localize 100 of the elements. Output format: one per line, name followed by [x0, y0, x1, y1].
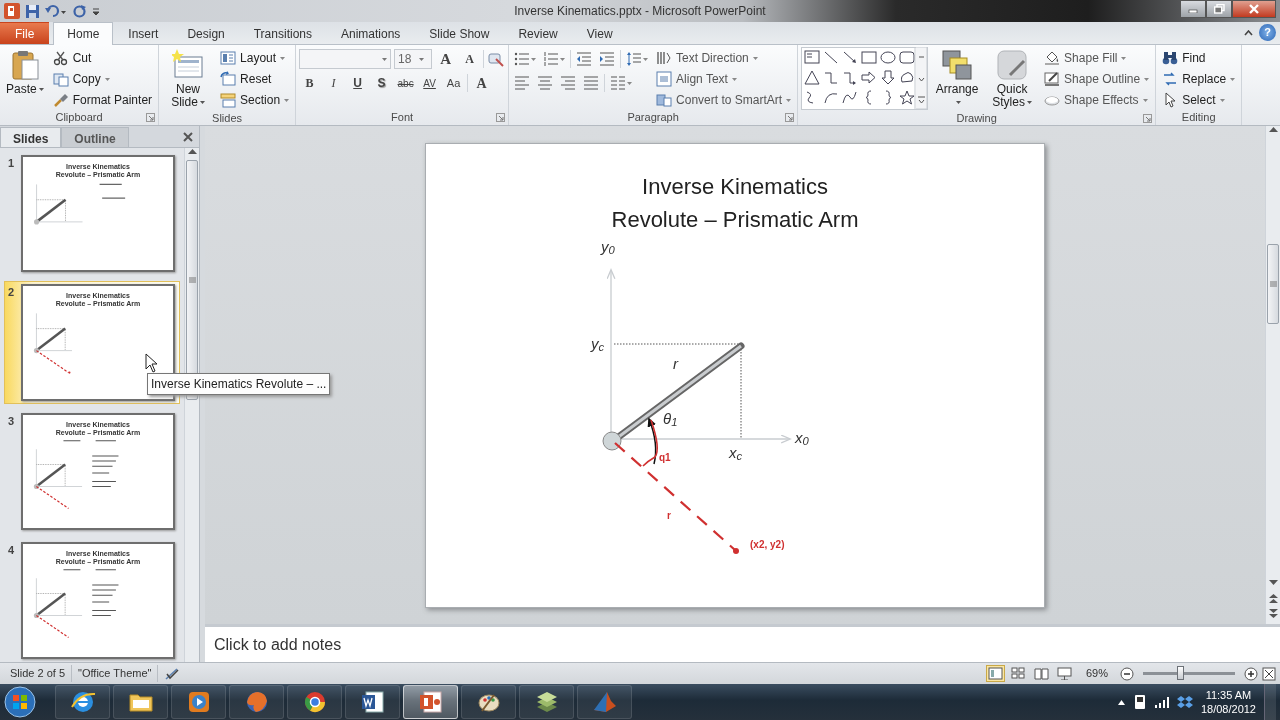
format-button[interactable]: S: [371, 73, 393, 93]
align-right-icon[interactable]: [560, 75, 577, 91]
view-button[interactable]: [1008, 665, 1028, 682]
ribbon-tab[interactable]: Design: [173, 22, 239, 44]
ribbon-tab[interactable]: Slide Show: [415, 22, 504, 44]
file-menu-button[interactable]: File: [0, 22, 50, 44]
undo-icon[interactable]: [45, 3, 67, 19]
ribbon-button[interactable]: Shape Fill: [1041, 48, 1153, 68]
justify-icon[interactable]: [583, 75, 600, 91]
ribbon-button[interactable]: Section: [217, 90, 293, 110]
zoom-out-icon[interactable]: [1120, 666, 1134, 681]
increase-indent-icon[interactable]: [599, 51, 616, 67]
slide-number: 4: [7, 543, 16, 558]
ribbon-button[interactable]: Layout: [217, 48, 293, 68]
ribbon-button[interactable]: Shape Outline: [1041, 69, 1153, 89]
fit-to-window-icon[interactable]: [1262, 666, 1276, 681]
minimize-button[interactable]: [1180, 0, 1206, 18]
previous-slide-icon[interactable]: [1268, 594, 1278, 603]
taskbar-button[interactable]: [55, 685, 110, 719]
view-button[interactable]: [1031, 665, 1051, 682]
caret-icon: [1144, 77, 1150, 81]
font-name-field[interactable]: [299, 49, 392, 69]
ribbon-button[interactable]: Copy: [49, 69, 156, 89]
spellcheck-icon[interactable]: [164, 666, 181, 681]
device-icon[interactable]: [1132, 694, 1147, 710]
clear-formatting-icon[interactable]: [487, 51, 506, 67]
launcher-icon[interactable]: [1143, 114, 1153, 123]
grow-font-button[interactable]: A: [435, 49, 457, 69]
clock-time[interactable]: 11:35 AM: [1200, 688, 1256, 702]
columns-icon[interactable]: [610, 75, 627, 91]
caret-icon: [280, 56, 286, 60]
close-icon[interactable]: [183, 132, 193, 142]
ribbon-button[interactable]: Align Text: [653, 69, 795, 89]
zoom-slider-thumb[interactable]: [1176, 666, 1184, 680]
taskbar-button[interactable]: [519, 685, 574, 719]
ribbon-button[interactable]: Quick Styles: [986, 47, 1039, 111]
taskbar-button[interactable]: [113, 685, 168, 719]
redo-icon[interactable]: [72, 3, 87, 19]
scrollbar[interactable]: [1265, 126, 1280, 624]
ribbon-tab[interactable]: Animations: [327, 22, 415, 44]
format-button[interactable]: B: [299, 73, 321, 93]
ribbon-button[interactable]: Replace: [1159, 69, 1239, 89]
shapes-gallery[interactable]: [801, 47, 929, 110]
ribbon-button[interactable]: Arrange: [931, 47, 984, 111]
clock-date[interactable]: 18/08/2012: [1200, 702, 1256, 716]
taskbar-button[interactable]: [287, 685, 342, 719]
ribbon-button[interactable]: Shape Effects: [1041, 90, 1153, 110]
zoom-level[interactable]: 69%: [1077, 665, 1116, 682]
bullets-icon[interactable]: [514, 51, 531, 67]
font-size-field[interactable]: 18: [394, 49, 433, 69]
taskbar-button[interactable]: [345, 685, 400, 719]
ribbon-button[interactable]: Text Direction: [653, 48, 795, 68]
box-icon[interactable]: [1176, 695, 1193, 709]
ribbon-button[interactable]: Select: [1159, 90, 1239, 110]
ribbon-button[interactable]: Reset: [217, 69, 293, 89]
ribbon-tab[interactable]: View: [572, 22, 627, 44]
save-icon[interactable]: [25, 3, 40, 19]
panel-tab[interactable]: Slides: [0, 127, 62, 147]
ribbon-tab[interactable]: Transitions: [239, 22, 326, 44]
ribbon-button[interactable]: Convert to SmartArt: [653, 90, 795, 110]
font-color-button[interactable]: A: [471, 73, 493, 93]
scroll-thumb[interactable]: [1267, 244, 1279, 324]
zoom-in-icon[interactable]: [1244, 666, 1258, 681]
launcher-icon[interactable]: [496, 113, 506, 122]
format-button[interactable]: U: [347, 73, 369, 93]
customize-icon[interactable]: [92, 5, 100, 17]
slide-icon: [172, 49, 205, 81]
ribbon-button[interactable]: Paste: [3, 47, 47, 98]
ribbon-button[interactable]: Cut: [49, 48, 156, 68]
ribbon-tab[interactable]: Insert: [114, 22, 173, 44]
format-button[interactable]: abc: [395, 73, 417, 93]
ribbon-tab[interactable]: Home: [53, 22, 114, 45]
format-button[interactable]: AV: [419, 73, 441, 93]
launcher-icon[interactable]: [146, 113, 156, 122]
format-button[interactable]: Aa: [443, 73, 465, 93]
ribbon-button[interactable]: Find: [1159, 48, 1239, 68]
taskbar-button[interactable]: [461, 685, 516, 719]
taskbar-button[interactable]: [403, 685, 458, 719]
numbering-icon[interactable]: [543, 51, 560, 67]
shrink-font-button[interactable]: A: [459, 49, 481, 69]
close-button[interactable]: [1232, 0, 1276, 18]
next-slide-icon[interactable]: [1268, 609, 1278, 618]
ribbon-button[interactable]: Format Painter: [49, 90, 156, 110]
signal-icon[interactable]: [1154, 696, 1169, 708]
line-spacing-icon[interactable]: [626, 51, 643, 67]
align-center-icon[interactable]: [537, 75, 554, 91]
format-button[interactable]: I: [323, 73, 345, 93]
collapse-ribbon-icon[interactable]: [1244, 29, 1253, 36]
decrease-indent-icon[interactable]: [576, 51, 593, 67]
panel-tab[interactable]: Outline: [61, 127, 129, 147]
notes-placeholder[interactable]: Click to add notes: [214, 636, 342, 653]
ribbon-tab[interactable]: Review: [504, 22, 572, 44]
maximize-button[interactable]: [1206, 0, 1232, 18]
view-button[interactable]: [985, 665, 1005, 682]
align-left-icon[interactable]: [514, 75, 531, 91]
slide-title: Inverse Kinematics: [641, 172, 829, 201]
ribbon-button[interactable]: New Slide: [162, 47, 215, 111]
launcher-icon[interactable]: [785, 113, 795, 122]
view-button[interactable]: [1054, 665, 1074, 682]
show-hidden-icons[interactable]: [1117, 699, 1125, 705]
